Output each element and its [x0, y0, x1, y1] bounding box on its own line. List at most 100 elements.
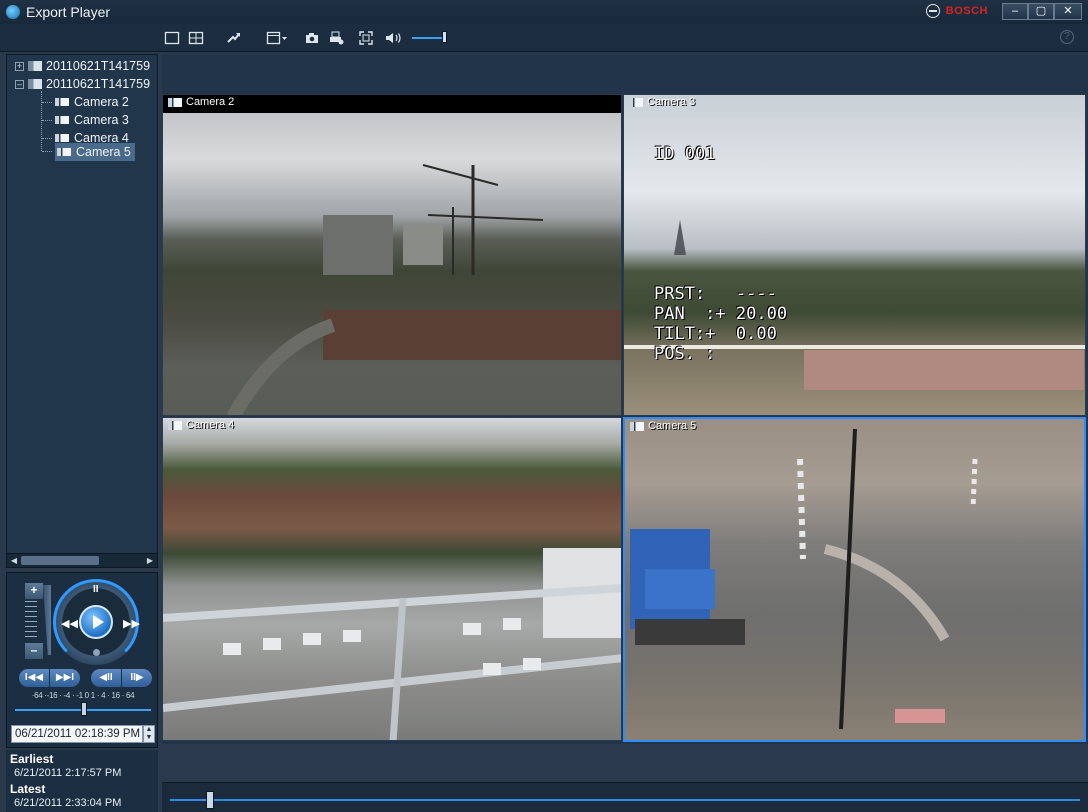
tile-label-text: Camera 4	[186, 419, 235, 431]
tree-connector	[42, 120, 52, 121]
tree-item-label: Camera 3	[74, 113, 129, 127]
tile-label: Camera 3	[626, 95, 698, 109]
tree-item-camera-5[interactable]: Camera 5	[55, 143, 135, 161]
video-grid: Camera 2 ID 001 PRST: ---- PAN :+ 20.00 …	[162, 54, 1088, 744]
timeline-track[interactable]	[170, 799, 1080, 801]
tree-item-camera-2[interactable]: Camera 2	[55, 93, 133, 111]
speed-indicator	[43, 585, 51, 655]
title-bar: Export Player BOSCH – ▢ ✕	[0, 0, 1088, 24]
camera-icon	[55, 134, 69, 142]
camera-tree-panel: + 20110621T141759 – 20110621T141759 Came…	[6, 54, 158, 568]
window-title: Export Player	[26, 4, 111, 20]
collapse-icon[interactable]: –	[15, 79, 24, 89]
export-icon[interactable]	[226, 30, 242, 46]
maximize-button[interactable]: ▢	[1028, 3, 1054, 20]
tree-item-label: 20110621T141759	[46, 59, 151, 73]
camera-icon	[630, 421, 644, 431]
tree-connector	[41, 91, 42, 151]
speed-ladder	[25, 601, 37, 641]
skip-back-button[interactable]: I◀◀	[19, 669, 49, 687]
datetime-input[interactable]: 06/21/2011 02:18:39 PM	[11, 725, 143, 743]
brand-name: BOSCH	[945, 5, 988, 17]
close-button[interactable]: ✕	[1054, 3, 1082, 20]
volume-slider-track[interactable]	[412, 37, 446, 39]
tree-horizontal-scrollbar[interactable]: ◀ ▶	[7, 553, 157, 567]
earliest-value: 6/21/2011 2:17:57 PM	[14, 767, 122, 779]
osd-tilt: TILT:+ 0.00	[654, 324, 777, 344]
tree-connector	[42, 102, 52, 103]
speed-slider-thumb[interactable]	[81, 702, 87, 716]
video-tile-camera-4[interactable]: Camera 4	[162, 417, 622, 741]
osd-pos: POS. :	[654, 344, 716, 364]
expand-icon[interactable]: +	[15, 61, 24, 71]
quad-view-icon[interactable]	[188, 30, 204, 46]
speaker-icon[interactable]	[384, 30, 404, 46]
snapshot-icon[interactable]	[304, 30, 320, 46]
earliest-label: Earliest	[10, 752, 54, 766]
speed-down-button[interactable]: –	[25, 643, 43, 659]
step-forward-button[interactable]: II▶	[122, 669, 152, 687]
latest-label: Latest	[10, 782, 46, 796]
skip-forward-button[interactable]: ▶▶I	[50, 669, 80, 687]
speed-scale-labels: ·64 ·-16 · -4 · -1 0 1 · 4 · 16 · 64	[31, 691, 135, 700]
tree-item-label: Camera 2	[74, 95, 129, 109]
video-tile-camera-3[interactable]: ID 001 PRST: ---- PAN :+ 20.00 TILT:+ 0.…	[623, 94, 1086, 416]
help-icon[interactable]: ?	[1060, 30, 1074, 44]
scroll-left-icon[interactable]: ◀	[9, 556, 19, 566]
osd-prst: PRST: ----	[654, 284, 777, 304]
recording-icon	[28, 61, 42, 71]
step-back-button[interactable]: ◀II	[91, 669, 121, 687]
bosch-logo-icon	[925, 4, 940, 18]
tree-item-camera-3[interactable]: Camera 3	[55, 111, 133, 129]
timeline-bar	[162, 782, 1088, 812]
camera-icon	[55, 98, 69, 106]
tile-label: Camera 4	[165, 418, 237, 432]
print-icon[interactable]	[328, 30, 344, 46]
stop-indicator	[93, 649, 100, 656]
fast-forward-button[interactable]: ▶▶	[123, 617, 140, 630]
timeline-thumb[interactable]	[206, 791, 214, 809]
minimize-button[interactable]: –	[1002, 3, 1028, 20]
tree-item-recording-2[interactable]: – 20110621T141759	[15, 75, 150, 93]
video-tile-camera-5[interactable]: Camera 5	[623, 417, 1086, 742]
camera-4-scene	[163, 548, 621, 740]
display-options-icon[interactable]	[266, 30, 288, 46]
camera-icon	[168, 420, 182, 430]
tile-label: Camera 2	[165, 95, 237, 109]
volume-slider-thumb[interactable]	[442, 31, 447, 43]
tile-label-text: Camera 5	[648, 420, 697, 432]
recording-range: Earliest 6/21/2011 2:17:57 PM Latest 6/2…	[6, 750, 158, 812]
brand-area: BOSCH	[925, 4, 988, 18]
tree-item-label: Camera 5	[76, 145, 131, 159]
recording-icon	[28, 79, 42, 89]
fullscreen-icon[interactable]	[358, 30, 374, 46]
pause-button[interactable]: II	[93, 584, 99, 595]
play-button[interactable]	[79, 605, 113, 639]
app-icon	[6, 5, 20, 19]
tile-label-text: Camera 2	[186, 96, 235, 108]
camera-icon	[55, 116, 69, 124]
playback-controls: + – II ◀◀ ▶▶ I◀◀ ▶▶I ◀II II▶ ·64 ·-16 · …	[6, 572, 158, 748]
tree-item-label: 20110621T141759	[46, 77, 151, 91]
video-tile-camera-2[interactable]: Camera 2	[162, 94, 622, 416]
camera-icon	[168, 97, 182, 107]
tile-label: Camera 5	[627, 419, 699, 433]
camera-5-scene	[630, 428, 978, 730]
single-view-icon[interactable]	[164, 30, 180, 46]
tree-item-recording-1[interactable]: + 20110621T141759	[15, 57, 150, 75]
tree-connector	[42, 151, 52, 152]
osd-id: ID 001	[654, 144, 716, 164]
datetime-spinner[interactable]: ▲ ▼	[143, 725, 155, 743]
tile-label-text: Camera 3	[647, 96, 696, 108]
toolbar	[0, 24, 1088, 52]
scrollbar-thumb[interactable]	[21, 556, 99, 565]
speed-up-button[interactable]: +	[25, 583, 43, 599]
tree-connector	[42, 138, 52, 139]
camera-icon	[57, 148, 71, 156]
camera-tree: + 20110621T141759 – 20110621T141759 Came…	[7, 55, 157, 551]
osd-pan: PAN :+ 20.00	[654, 304, 788, 324]
rewind-button[interactable]: ◀◀	[61, 617, 78, 630]
scroll-right-icon[interactable]: ▶	[145, 556, 155, 566]
camera-icon	[629, 97, 643, 107]
latest-value: 6/21/2011 2:33:04 PM	[14, 797, 122, 809]
